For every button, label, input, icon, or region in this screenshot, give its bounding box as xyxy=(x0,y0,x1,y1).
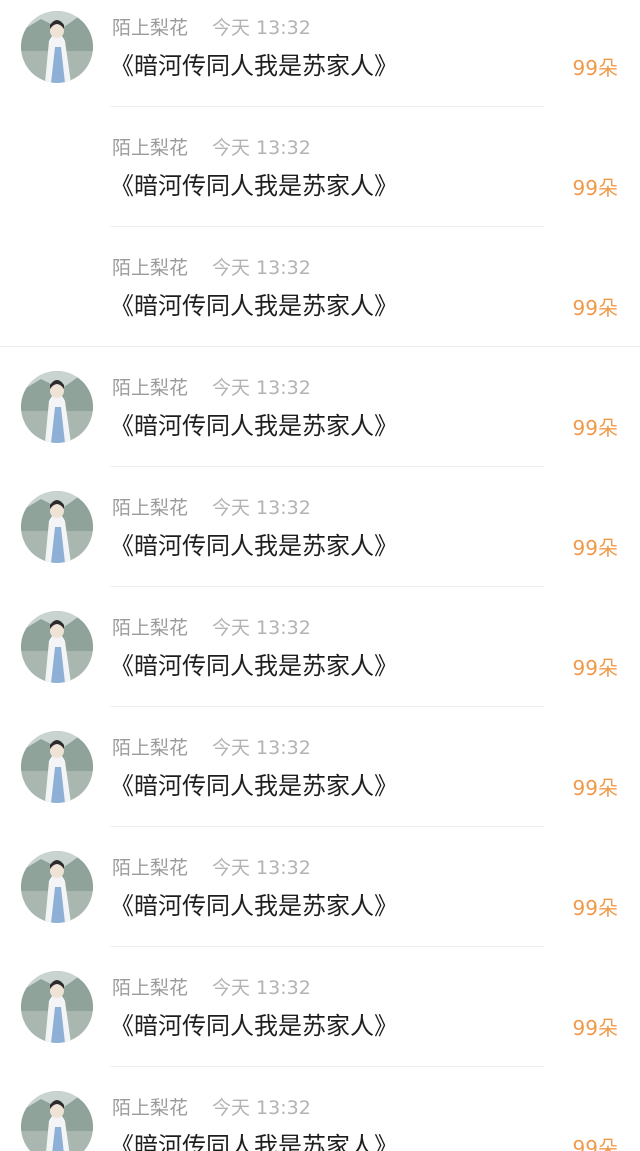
list-item[interactable]: 陌上梨花 今天 13:32 《暗河传同人我是苏家人》 99朵 xyxy=(0,0,640,120)
section-divider xyxy=(0,346,640,347)
book-title[interactable]: 《暗河传同人我是苏家人》 xyxy=(110,650,398,682)
avatar[interactable] xyxy=(21,971,93,1043)
avatar[interactable] xyxy=(21,611,93,683)
book-title[interactable]: 《暗河传同人我是苏家人》 xyxy=(110,770,398,802)
avatar[interactable] xyxy=(21,731,93,803)
timestamp: 今天 13:32 xyxy=(212,737,311,759)
timestamp: 今天 13:32 xyxy=(212,17,311,39)
list-item[interactable]: 陌上梨花 今天 13:32 《暗河传同人我是苏家人》 99朵 xyxy=(0,1080,640,1151)
list-item[interactable]: 陌上梨花 今天 13:32 《暗河传同人我是苏家人》 99朵 xyxy=(0,840,640,960)
list-item[interactable]: 陌上梨花 今天 13:32 《暗河传同人我是苏家人》 99朵 xyxy=(0,480,640,600)
author-name: 陌上梨花 xyxy=(112,617,189,639)
divider xyxy=(110,586,544,587)
flower-count: 99朵 xyxy=(572,1016,618,1040)
book-title[interactable]: 《暗河传同人我是苏家人》 xyxy=(110,890,398,922)
author-name: 陌上梨花 xyxy=(112,737,189,759)
list-item[interactable]: 陌上梨花 今天 13:32 《暗河传同人我是苏家人》 99朵 xyxy=(0,600,640,720)
avatar[interactable] xyxy=(21,1091,93,1151)
book-title[interactable]: 《暗河传同人我是苏家人》 xyxy=(110,530,398,562)
timestamp: 今天 13:32 xyxy=(212,977,311,999)
timestamp: 今天 13:32 xyxy=(212,617,311,639)
avatar[interactable] xyxy=(21,491,93,563)
author-name: 陌上梨花 xyxy=(112,377,189,399)
timestamp: 今天 13:32 xyxy=(212,257,311,279)
profile-photo-icon xyxy=(21,491,93,563)
avatar[interactable] xyxy=(21,11,93,83)
list-item[interactable]: 陌上梨花 今天 13:32 《暗河传同人我是苏家人》 99朵 xyxy=(0,240,640,360)
divider xyxy=(110,826,544,827)
list-item[interactable]: 陌上梨花 今天 13:32 《暗河传同人我是苏家人》 99朵 xyxy=(0,120,640,240)
list-item[interactable]: 陌上梨花 今天 13:32 《暗河传同人我是苏家人》 99朵 xyxy=(0,960,640,1080)
author-name: 陌上梨花 xyxy=(112,257,189,279)
avatar[interactable] xyxy=(21,371,93,443)
book-title[interactable]: 《暗河传同人我是苏家人》 xyxy=(110,50,398,82)
profile-photo-icon xyxy=(21,731,93,803)
author-name: 陌上梨花 xyxy=(112,497,189,519)
flower-count: 99朵 xyxy=(572,776,618,800)
flower-count: 99朵 xyxy=(572,1136,618,1151)
list-item[interactable]: 陌上梨花 今天 13:32 《暗河传同人我是苏家人》 99朵 xyxy=(0,720,640,840)
author-name: 陌上梨花 xyxy=(112,17,189,39)
book-title[interactable]: 《暗河传同人我是苏家人》 xyxy=(110,170,398,202)
book-title[interactable]: 《暗河传同人我是苏家人》 xyxy=(110,290,398,322)
divider xyxy=(110,1066,544,1067)
flower-count: 99朵 xyxy=(572,416,618,440)
timestamp: 今天 13:32 xyxy=(212,1097,311,1119)
profile-photo-icon xyxy=(21,11,93,83)
gift-record-list[interactable]: 陌上梨花 今天 13:32 《暗河传同人我是苏家人》 99朵 陌上梨花 今天 1… xyxy=(0,0,640,1151)
profile-photo-icon xyxy=(21,971,93,1043)
divider xyxy=(110,466,544,467)
divider xyxy=(110,706,544,707)
flower-count: 99朵 xyxy=(572,56,618,80)
flower-count: 99朵 xyxy=(572,536,618,560)
book-title[interactable]: 《暗河传同人我是苏家人》 xyxy=(110,410,398,442)
flower-count: 99朵 xyxy=(572,896,618,920)
list-item[interactable]: 陌上梨花 今天 13:32 《暗河传同人我是苏家人》 99朵 xyxy=(0,360,640,480)
divider xyxy=(110,226,544,227)
flower-count: 99朵 xyxy=(572,176,618,200)
flower-count: 99朵 xyxy=(572,656,618,680)
divider xyxy=(110,946,544,947)
timestamp: 今天 13:32 xyxy=(212,857,311,879)
profile-photo-icon xyxy=(21,851,93,923)
book-title[interactable]: 《暗河传同人我是苏家人》 xyxy=(110,1010,398,1042)
divider xyxy=(110,106,544,107)
timestamp: 今天 13:32 xyxy=(212,377,311,399)
profile-photo-icon xyxy=(21,1091,93,1151)
flower-count: 99朵 xyxy=(572,296,618,320)
author-name: 陌上梨花 xyxy=(112,137,189,159)
author-name: 陌上梨花 xyxy=(112,977,189,999)
timestamp: 今天 13:32 xyxy=(212,137,311,159)
avatar[interactable] xyxy=(21,851,93,923)
author-name: 陌上梨花 xyxy=(112,857,189,879)
book-title[interactable]: 《暗河传同人我是苏家人》 xyxy=(110,1130,398,1151)
profile-photo-icon xyxy=(21,611,93,683)
profile-photo-icon xyxy=(21,371,93,443)
timestamp: 今天 13:32 xyxy=(212,497,311,519)
author-name: 陌上梨花 xyxy=(112,1097,189,1119)
